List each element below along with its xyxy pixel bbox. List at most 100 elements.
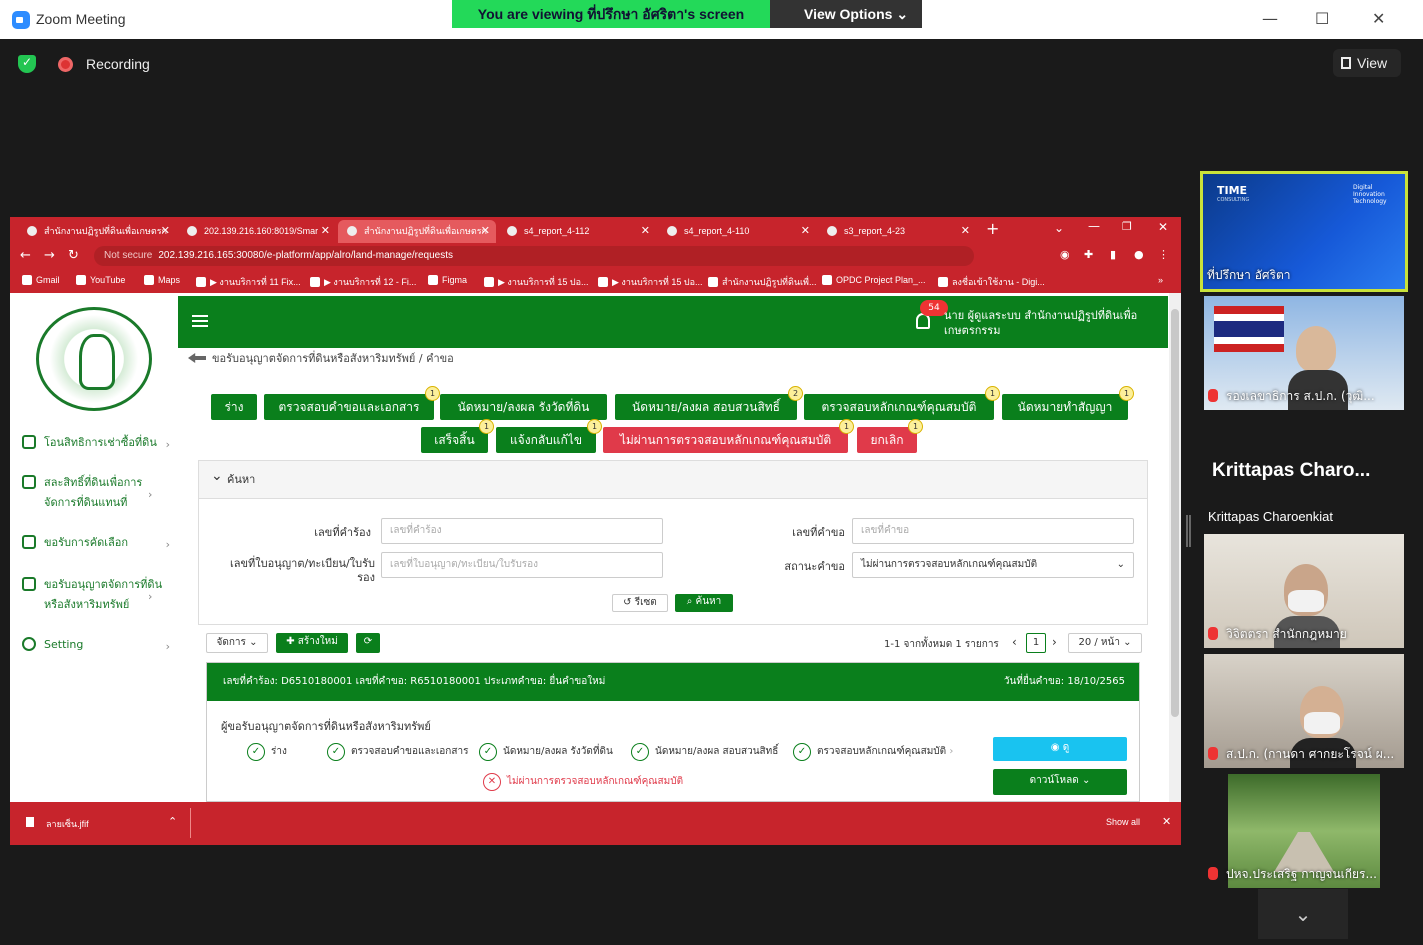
view-record-button[interactable]: ◉ ดู <box>993 737 1127 761</box>
status-button-investigation[interactable]: นัดหมาย/ลงผล สอบสวนสิทธิ์ 2 <box>615 386 803 420</box>
sidebar-item-waiver[interactable]: สละสิทธิ์ที่ดินเพื่อการจัดการที่ดินแทนที… <box>22 473 164 513</box>
browser-tab[interactable]: s4_report_4-110 ✕ <box>658 220 816 243</box>
address-bar[interactable]: Not secure 202.139.216.165:30080/e-platfo… <box>94 246 974 266</box>
minimize-icon[interactable]: — <box>1262 9 1278 28</box>
refresh-icon: ⟳ <box>363 636 373 647</box>
tab-close-icon[interactable]: ✕ <box>801 220 810 242</box>
chevron-up-icon[interactable]: ⌃ <box>168 815 177 828</box>
manage-dropdown[interactable]: จัดการ ⌄ <box>206 633 268 653</box>
next-page-icon[interactable]: › <box>1052 635 1057 649</box>
status-button-return[interactable]: แจ้งกลับแก้ไข 1 <box>496 419 602 453</box>
reset-button[interactable]: ↺ รีเซต <box>612 594 668 612</box>
bookmark-item[interactable]: Figma <box>428 275 467 285</box>
page-scrollbar[interactable] <box>1169 293 1181 803</box>
view-options-button[interactable]: View Options ⌄ <box>770 0 922 28</box>
status-button-review[interactable]: ตรวจสอบคำขอและเอกสาร 1 <box>264 386 440 420</box>
sidebar-item-selection[interactable]: ขอรับการคัดเลือก › <box>22 533 170 553</box>
tab-close-icon[interactable]: ✕ <box>641 220 650 242</box>
extensions-icon[interactable]: ✚ <box>1084 248 1093 261</box>
license-input[interactable]: เลขที่ใบอนุญาต/ทะเบียน/ใบรับรอง <box>381 552 663 578</box>
count-badge: 1 <box>908 419 923 434</box>
bookmark-item[interactable]: OPDC Project Plan_... <box>822 275 926 285</box>
tab-close-icon[interactable]: ✕ <box>161 220 170 242</box>
hamburger-menu-icon[interactable] <box>192 315 208 327</box>
status-button-qualification[interactable]: ตรวจสอบหลักเกณฑ์คุณสมบัติ 1 <box>804 386 1000 420</box>
browser-restore-icon[interactable]: ❐ <box>1122 220 1132 233</box>
bookmark-item[interactable]: Gmail <box>22 275 60 285</box>
back-arrow-icon[interactable] <box>188 353 206 363</box>
sidebar-icon[interactable]: ▮ <box>1110 248 1116 261</box>
status-select[interactable]: ไม่ผ่านการตรวจสอบหลักเกณฑ์คุณสมบัติ ⌄ <box>852 552 1134 578</box>
maximize-icon[interactable]: ☐ <box>1315 9 1329 28</box>
browser-close-icon[interactable]: ✕ <box>1158 220 1168 234</box>
tab-close-icon[interactable]: ✕ <box>481 220 490 242</box>
search-panel-header[interactable]: ค้นหา <box>199 457 1147 499</box>
bookmark-item[interactable]: ▶ งานบริการที่ 11 Fix... <box>196 275 301 289</box>
status-button-contract[interactable]: นัดหมายทำสัญญา 1 <box>1002 386 1134 420</box>
panel-splitter[interactable] <box>1186 515 1191 547</box>
browser-tab[interactable]: สำนักงานปฏิรูปที่ดินเพื่อเกษตรก ✕ <box>18 220 176 243</box>
bookmark-item[interactable]: ลงชื่อเข้าใช้งาน - Digi... <box>938 275 1045 289</box>
status-button-cancel[interactable]: ยกเลิก 1 <box>857 419 923 453</box>
search-button[interactable]: ⌕ ค้นหา <box>675 594 733 612</box>
participant-tile[interactable]: วิจิตตรา สำนักกฎหมาย <box>1204 534 1404 648</box>
refresh-button[interactable]: ⟳ <box>356 633 380 653</box>
page-size-select[interactable]: 20 / หน้า ⌄ <box>1068 633 1142 653</box>
close-icon[interactable]: ✕ <box>1372 9 1385 28</box>
reload-icon[interactable]: ↻ <box>68 248 79 263</box>
tab-search-icon[interactable]: ⌄ <box>1054 221 1064 235</box>
close-shelf-icon[interactable]: ✕ <box>1162 815 1171 828</box>
application-no-input[interactable]: เลขที่คำขอ <box>852 518 1134 544</box>
bookmarks-overflow-icon[interactable]: » <box>1158 275 1163 285</box>
show-all-button[interactable]: Show all <box>1106 817 1140 827</box>
view-label: ดู <box>1062 742 1070 753</box>
scroll-down-thumbnails-button[interactable]: ⌄ <box>1258 889 1348 939</box>
download-button[interactable]: ดาวน์โหลด ⌄ <box>993 769 1127 795</box>
breadcrumb-parent[interactable]: ขอรับอนุญาตจัดการที่ดินหรือสังหาริมทรัพย… <box>212 352 415 365</box>
participant-tile[interactable]: ส.ป.ก. (กานดา ศากยะโรจน์ ผ... <box>1204 654 1404 768</box>
view-button[interactable]: View <box>1333 49 1401 77</box>
camera-icon[interactable]: ◉ <box>1060 248 1070 261</box>
back-icon[interactable]: ← <box>20 248 31 263</box>
download-file-name[interactable]: ลายเซ็น.jfif <box>46 817 89 831</box>
bookmark-item[interactable]: สำนักงานปฏิรูปที่ดินเพื่... <box>708 275 817 289</box>
sidebar-item-transfer[interactable]: โอนสิทธิการเช่าซื้อที่ดิน › <box>22 433 170 453</box>
page-number[interactable]: 1 <box>1026 633 1046 653</box>
scrollbar-thumb[interactable] <box>1171 309 1179 717</box>
browser-tab[interactable]: 202.139.216.160:8019/Smar ✕ <box>178 220 336 243</box>
sidebar-item-setting[interactable]: Setting › <box>22 635 170 655</box>
security-shield-icon[interactable] <box>18 55 36 73</box>
bookmark-icon <box>428 275 438 285</box>
tab-close-icon[interactable]: ✕ <box>961 220 970 242</box>
participant-name-row: รองเลขาธิการ ส.ป.ก. (วุฒิ... <box>1208 387 1400 406</box>
request-card-header: เลขที่คำร้อง: D6510180001 เลขที่คำขอ: R6… <box>207 663 1139 701</box>
bookmark-item[interactable]: Maps <box>144 275 180 285</box>
participant-tile-sharer[interactable]: TIME CONSULTING Digital Innovation Techn… <box>1200 171 1408 292</box>
request-no-input[interactable]: เลขที่คำร้อง <box>381 518 663 544</box>
prev-page-icon[interactable]: ‹ <box>1012 635 1017 649</box>
menu-icon[interactable]: ⋮ <box>1158 248 1169 261</box>
browser-tab[interactable]: s4_report_4-112 ✕ <box>498 220 656 243</box>
status-button-survey[interactable]: นัดหมาย/ลงผล รังวัดที่ดิน <box>440 394 607 420</box>
profile-icon[interactable]: ● <box>1134 248 1144 261</box>
bookmark-item[interactable]: ▶ งานบริการที่ 15 ปอ... <box>598 275 702 289</box>
status-button-completed[interactable]: เสร็จสิ้น 1 <box>421 419 494 453</box>
browser-minimize-icon[interactable]: — <box>1088 219 1100 233</box>
forward-icon[interactable]: → <box>44 248 55 263</box>
status-button-draft[interactable]: ร่าง <box>211 394 257 420</box>
participant-tile[interactable]: รองเลขาธิการ ส.ป.ก. (วุฒิ... <box>1204 296 1404 410</box>
participant-tile[interactable]: ปหจ.ประเสริฐ กาญจนเกียร... <box>1204 774 1404 888</box>
plus-icon: ✚ <box>286 636 298 647</box>
bookmark-item[interactable]: YouTube <box>76 275 125 285</box>
user-name[interactable]: นาย ผู้ดูแลระบบ สำนักงานปฏิรูปที่ดินเพื่… <box>944 308 1154 338</box>
participant-tile-no-video[interactable]: Krittapas Charo... Krittapas Charoenkiat <box>1204 414 1404 528</box>
new-tab-icon[interactable]: + <box>986 219 999 238</box>
tab-close-icon[interactable]: ✕ <box>321 220 330 242</box>
status-button-failed[interactable]: ไม่ผ่านการตรวจสอบหลักเกณฑ์คุณสมบัติ 1 <box>603 419 854 453</box>
sidebar-item-permit[interactable]: ขอรับอนุญาตจัดการที่ดินหรือสังหาริมทรัพย… <box>22 575 164 615</box>
bookmark-item[interactable]: ▶ งานบริการที่ 15 ปอ... <box>484 275 588 289</box>
browser-tab-active[interactable]: สำนักงานปฏิรูปที่ดินเพื่อเกษตรก ✕ <box>338 220 496 243</box>
browser-tab[interactable]: s3_report_4-23 ✕ <box>818 220 976 243</box>
bookmark-item[interactable]: ▶ งานบริการที่ 12 - Fi... <box>310 275 416 289</box>
create-button[interactable]: ✚ สร้างใหม่ <box>276 633 348 653</box>
